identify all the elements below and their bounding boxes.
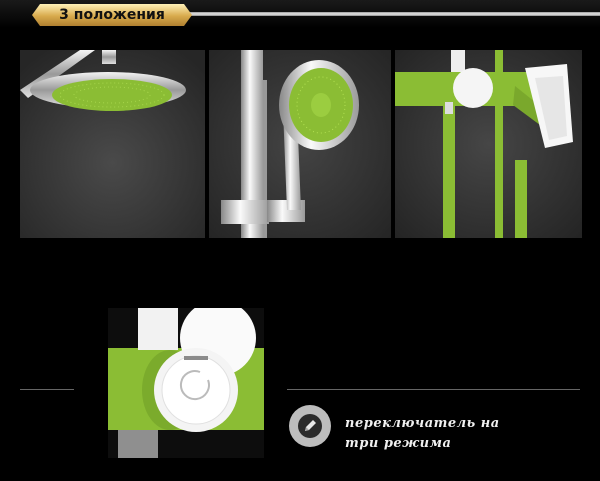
photo-hand-shower [209,50,391,238]
divider-right [287,389,580,390]
photo-mixer [395,50,582,238]
modes-badge-label: 3 положения [59,7,165,23]
mode-switch-caption: переключатель на три режима [345,414,500,454]
photo-mode-switch-closeup [108,308,264,458]
caption-line-2: три режима [345,436,452,451]
modes-badge: 3 положения [32,4,192,26]
divider-left [20,389,74,390]
photo-rain-shower-head [20,50,205,238]
caption-line-1: переключатель на [345,416,500,431]
pencil-icon [289,405,331,447]
top-banner: 3 положения [0,0,600,28]
banner-rule [185,12,600,16]
